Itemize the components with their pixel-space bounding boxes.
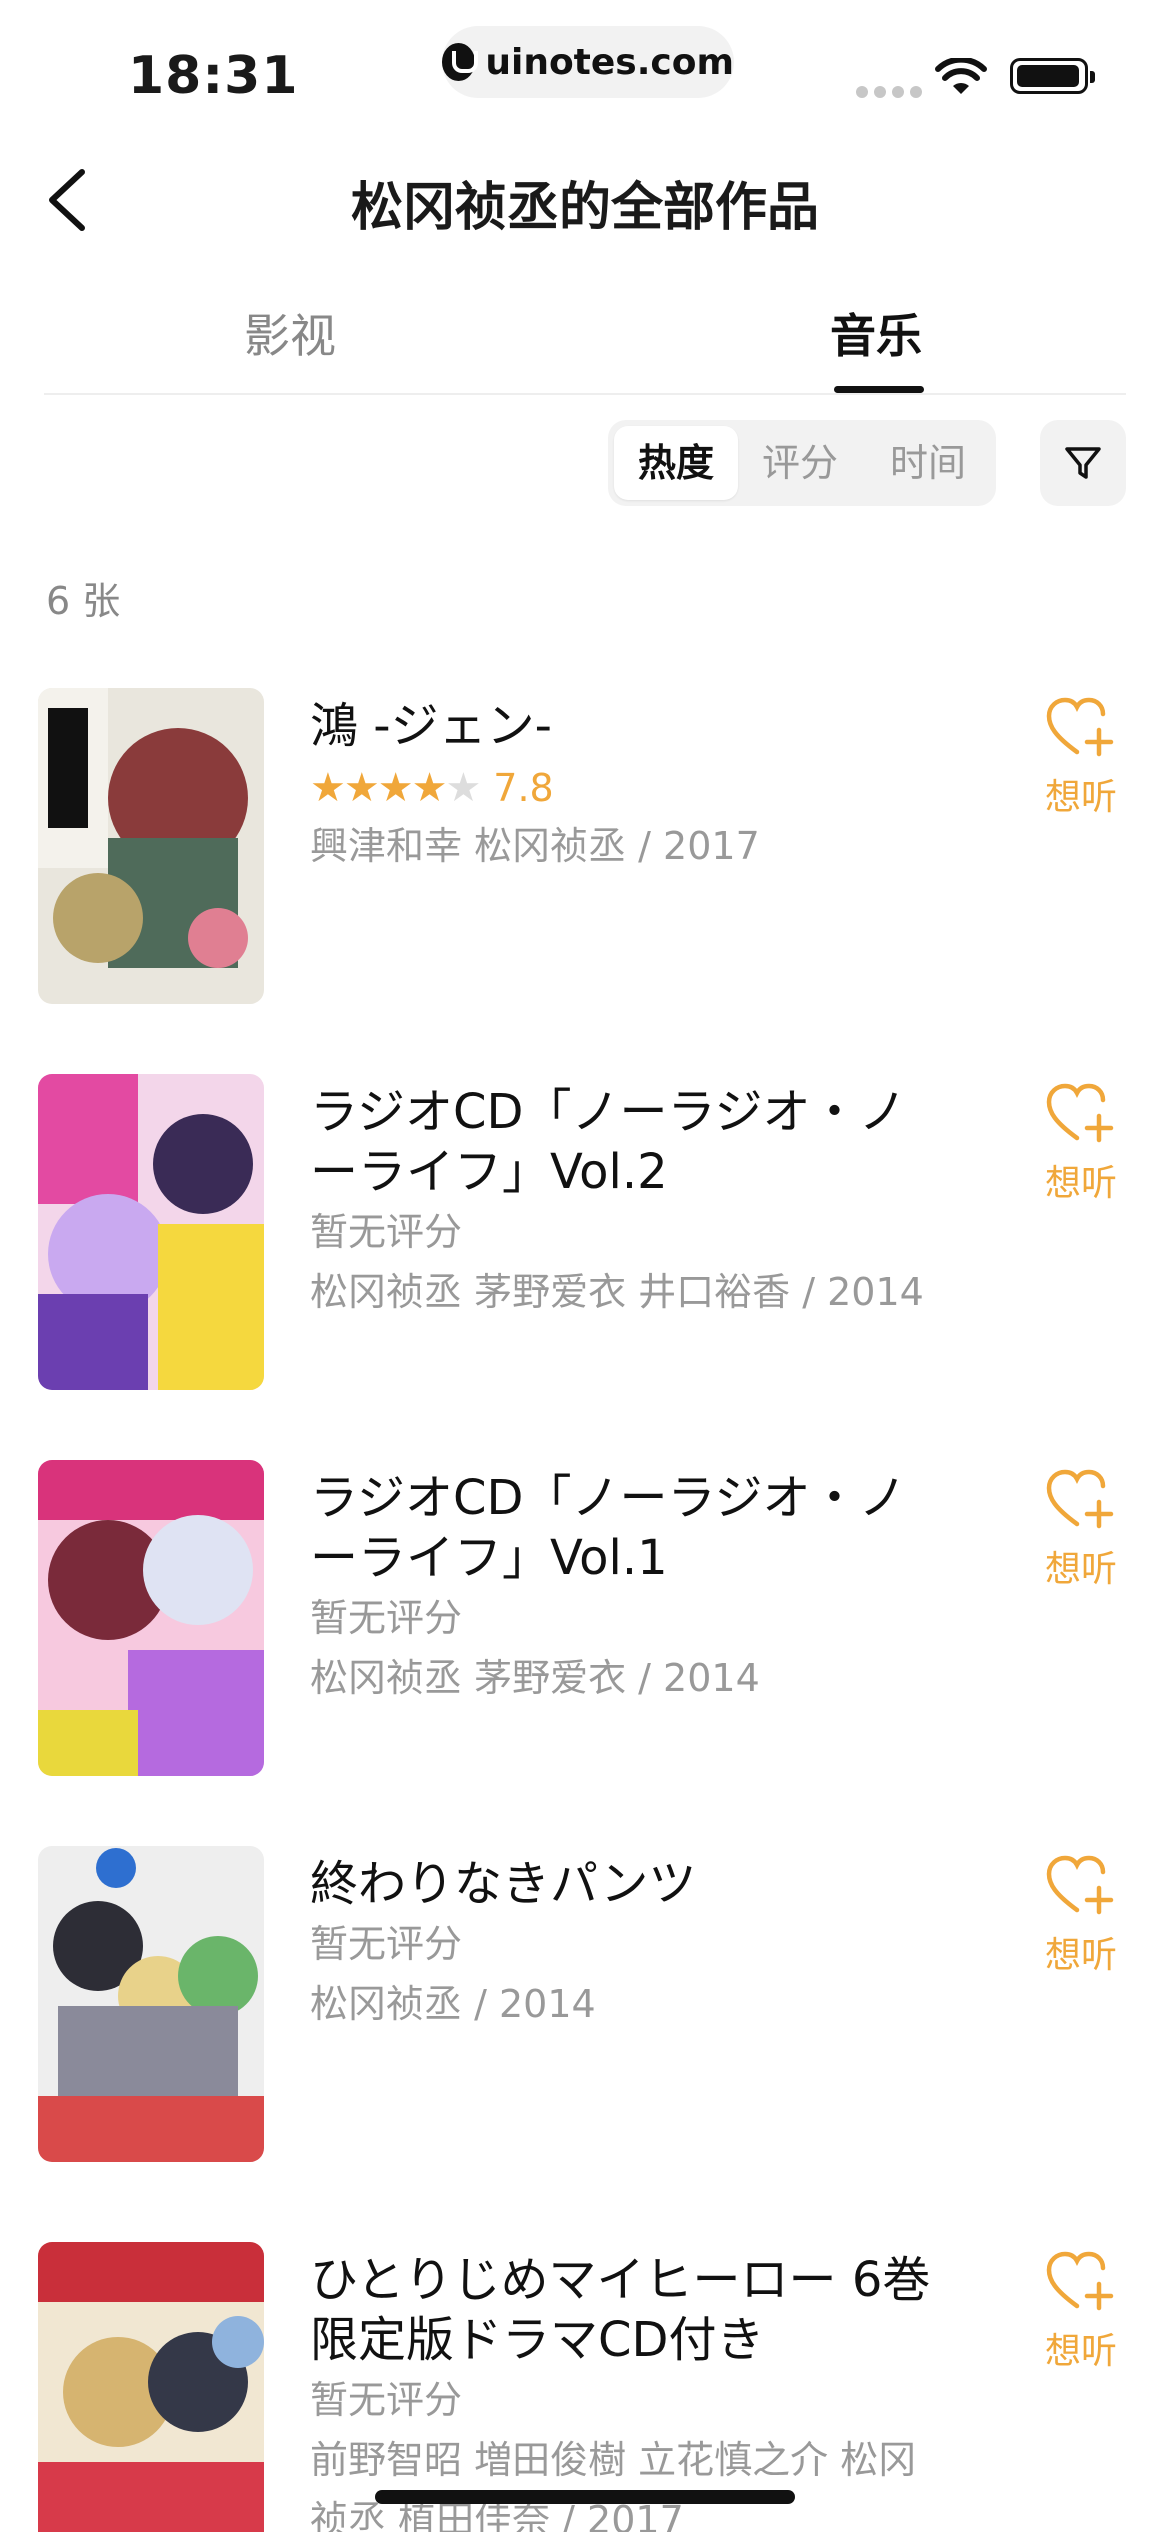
- filter-icon: [1065, 447, 1101, 479]
- tab-active-indicator: [834, 386, 924, 393]
- url-pill[interactable]: uinotes.com: [442, 26, 734, 98]
- no-rating-label: 暂无评分: [310, 1596, 463, 1640]
- heart-plus-icon: [1046, 1083, 1114, 1143]
- result-count: 6 张: [46, 579, 121, 623]
- rating-score: 7.8: [493, 766, 554, 810]
- wifi-icon: [935, 58, 987, 94]
- item-title: ひとりじめマイヒーロー 6巻 限定版ドラマCD付き: [310, 2252, 931, 2368]
- status-time: 18:31: [128, 46, 299, 106]
- want-listen-button[interactable]: 想听: [1036, 1468, 1126, 1592]
- tab-divider: [44, 393, 1126, 395]
- want-listen-button[interactable]: 想听: [1036, 696, 1126, 820]
- want-listen-label: 想听: [1044, 1935, 1117, 1976]
- item-title: ラジオCD「ノーラジオ・ノーライフ」Vol.2: [310, 1084, 907, 1200]
- tab-music[interactable]: 音乐: [746, 300, 1006, 366]
- want-listen-label: 想听: [1044, 1549, 1117, 1590]
- item-meta: 前野智昭 増田俊樹 立花慎之介 松冈祯丞 植田佳奈 / 2017: [310, 2438, 917, 2532]
- rating-row: ★★★★★ 7.8: [310, 760, 950, 816]
- status-bar: 18:31 uinotes.com: [0, 0, 1170, 140]
- no-rating-label: 暂无评分: [310, 2378, 463, 2422]
- heart-plus-icon: [1046, 697, 1114, 757]
- url-text: uinotes.com: [485, 41, 734, 83]
- sort-time-button[interactable]: 时间: [866, 426, 990, 500]
- filter-button[interactable]: [1040, 420, 1126, 506]
- sort-score-button[interactable]: 评分: [738, 426, 862, 500]
- want-listen-label: 想听: [1044, 777, 1117, 818]
- album-cover[interactable]: [38, 2242, 264, 2532]
- album-cover[interactable]: [38, 1074, 264, 1390]
- rating-stars-icon: ★★★★★: [310, 765, 481, 811]
- signal-icon: [856, 86, 922, 98]
- album-cover[interactable]: [38, 688, 264, 1004]
- item-title: 終わりなきパンツ: [310, 1856, 697, 1912]
- item-meta: 松冈祯丞 茅野爱衣 / 2014: [310, 1656, 760, 1700]
- album-cover[interactable]: [38, 1846, 264, 2162]
- item-meta: 松冈祯丞 / 2014: [310, 1982, 596, 2026]
- sort-hot-button[interactable]: 热度: [614, 426, 738, 500]
- page-title: 松冈祯丞的全部作品: [350, 178, 819, 238]
- want-listen-button[interactable]: 想听: [1036, 1082, 1126, 1206]
- list-item[interactable]: ひとりじめマイヒーロー 6巻 限定版ドラマCD付き 暂无评分 前野智昭 増田俊樹…: [0, 2242, 1170, 2532]
- item-meta: 興津和幸 松冈祯丞 / 2017: [310, 824, 760, 868]
- item-meta: 松冈祯丞 茅野爱衣 井口裕香 / 2014: [310, 1270, 924, 1314]
- home-indicator[interactable]: [375, 2490, 795, 2504]
- want-listen-button[interactable]: 想听: [1036, 1854, 1126, 1978]
- list-item[interactable]: 終わりなきパンツ 暂无评分 松冈祯丞 / 2014 想听: [0, 1846, 1170, 2186]
- sort-segmented-control: 热度 评分 时间: [608, 420, 996, 506]
- album-cover[interactable]: [38, 1460, 264, 1776]
- heart-plus-icon: [1046, 1855, 1114, 1915]
- site-logo-icon: [442, 43, 479, 81]
- item-title: ラジオCD「ノーラジオ・ノーライフ」Vol.1: [310, 1470, 907, 1586]
- battery-icon: [1010, 58, 1095, 94]
- want-listen-label: 想听: [1044, 2331, 1117, 2372]
- want-listen-button[interactable]: 想听: [1036, 2250, 1126, 2374]
- list-item[interactable]: ラジオCD「ノーラジオ・ノーライフ」Vol.2 暂无评分 松冈祯丞 茅野爱衣 井…: [0, 1074, 1170, 1414]
- heart-plus-icon: [1046, 1469, 1114, 1529]
- list-item[interactable]: ラジオCD「ノーラジオ・ノーライフ」Vol.1 暂无评分 松冈祯丞 茅野爱衣 /…: [0, 1460, 1170, 1800]
- heart-plus-icon: [1046, 2251, 1114, 2311]
- item-title: 鴻 -ジェン-: [310, 698, 552, 754]
- want-listen-label: 想听: [1044, 1163, 1117, 1204]
- no-rating-label: 暂无评分: [310, 1210, 463, 1254]
- list-item[interactable]: 鴻 -ジェン- ★★★★★ 7.8 興津和幸 松冈祯丞 / 2017 想听: [0, 688, 1170, 1028]
- tab-film[interactable]: 影视: [160, 300, 420, 366]
- no-rating-label: 暂无评分: [310, 1922, 463, 1966]
